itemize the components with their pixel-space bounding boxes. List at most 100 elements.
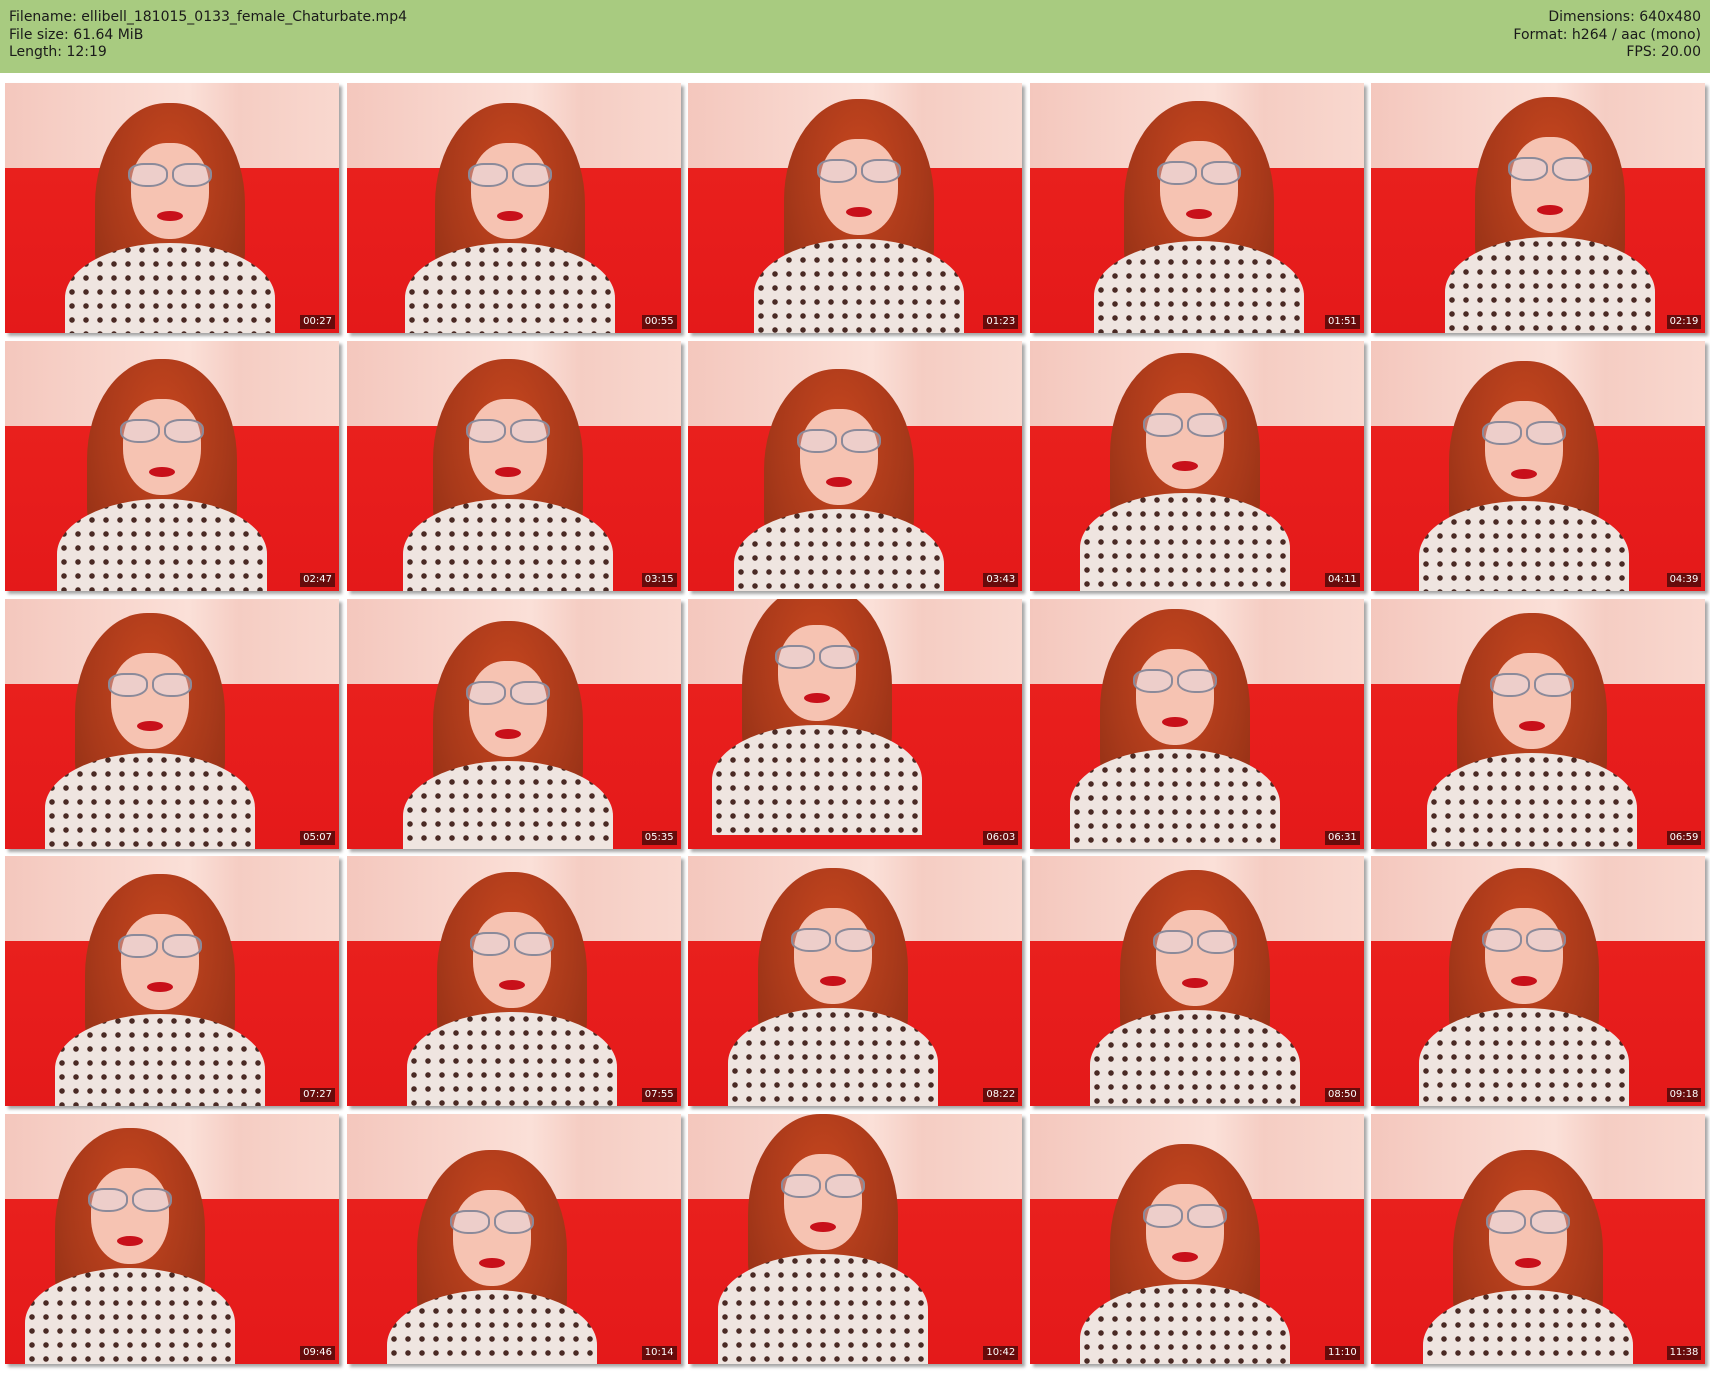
lips-shape <box>804 692 831 703</box>
thumbnail-frame[interactable]: 09:18 <box>1371 856 1706 1107</box>
timestamp-label: 04:11 <box>1324 572 1360 587</box>
thumbnail-frame[interactable]: 03:15 <box>346 340 681 591</box>
face-shape <box>1159 141 1238 237</box>
thumbnail-frame[interactable]: 08:22 <box>688 856 1023 1107</box>
thumbnail-frame[interactable]: 09:46 <box>5 1114 339 1365</box>
glasses-shape <box>465 418 550 443</box>
timestamp-label: 11:10 <box>1324 1346 1360 1361</box>
video-info: Dimensions: 640x480 Format: h264 / aac (… <box>1513 9 1701 62</box>
thumbnail-frame[interactable]: 05:07 <box>5 598 339 849</box>
thumbnail-frame[interactable]: 00:27 <box>5 83 339 333</box>
lips-shape <box>494 728 521 739</box>
timestamp-label: 03:15 <box>641 572 677 587</box>
glasses-shape <box>469 932 554 957</box>
info-header: Filename: ellibell_181015_0133_female_Ch… <box>0 0 1710 73</box>
face-shape <box>800 408 879 505</box>
thumbnail-frame[interactable]: 07:55 <box>346 856 681 1107</box>
lips-shape <box>846 207 873 217</box>
thumbnail-frame[interactable]: 10:42 <box>688 1114 1023 1365</box>
glasses-shape <box>817 159 902 183</box>
file-size-text: File size: 61.64 MiB <box>9 26 144 43</box>
length-text: Length: 12:19 <box>9 44 107 60</box>
filename-text: Filename: ellibell_181015_0133_female_Ch… <box>9 9 407 25</box>
timestamp-label: 05:07 <box>300 830 335 845</box>
lips-shape <box>149 466 175 477</box>
thumbnail-frame[interactable]: 06:31 <box>1029 598 1364 849</box>
thumbnail-frame[interactable]: 10:14 <box>346 1114 681 1365</box>
timestamp-label: 07:55 <box>641 1088 677 1103</box>
thumbnail-frame[interactable]: 07:27 <box>5 856 339 1107</box>
timestamp-label: 00:27 <box>300 315 335 329</box>
face-shape <box>1145 1184 1224 1281</box>
face-shape <box>1489 1190 1568 1287</box>
face-shape <box>111 652 189 749</box>
timestamp-label: 07:27 <box>300 1088 335 1103</box>
timestamp-label: 11:38 <box>1666 1346 1702 1361</box>
glasses-shape <box>781 1174 866 1199</box>
lips-shape <box>494 466 521 477</box>
glasses-shape <box>118 934 202 959</box>
face-shape <box>470 143 549 239</box>
timestamp-label: 00:55 <box>641 315 677 329</box>
timestamp-label: 01:51 <box>1324 315 1360 329</box>
thumbnail-grid: 00:27 00:55 01:23 01:51 02:19 02:47 03:15 03:43… <box>5 83 1706 1368</box>
thumbnail-frame[interactable]: 06:03 <box>688 598 1023 849</box>
timestamp-label: 10:42 <box>983 1346 1019 1361</box>
glasses-shape <box>128 163 212 187</box>
thumbnail-frame[interactable]: 02:19 <box>1371 83 1706 333</box>
thumbnail-frame[interactable]: 05:35 <box>346 598 681 849</box>
glasses-shape <box>1132 668 1217 693</box>
lips-shape <box>157 211 183 221</box>
polka-dot-blouse <box>1419 1008 1630 1107</box>
glasses-shape <box>1152 930 1237 955</box>
face-shape <box>468 660 547 757</box>
timestamp-label: 04:39 <box>1666 572 1702 587</box>
polka-dot-blouse <box>1089 1010 1300 1107</box>
thumbnail-frame[interactable]: 11:38 <box>1371 1114 1706 1365</box>
face-shape <box>472 912 551 1009</box>
thumbnail-frame[interactable]: 04:11 <box>1029 340 1364 591</box>
face-shape <box>91 1168 169 1265</box>
lips-shape <box>496 211 523 221</box>
fps-text: FPS: 20.00 <box>1626 44 1701 60</box>
timestamp-label: 06:59 <box>1666 830 1702 845</box>
timestamp-label: 08:22 <box>983 1088 1019 1103</box>
face-shape <box>1511 137 1590 233</box>
format-text: Format: h264 / aac (mono) <box>1513 26 1701 43</box>
lips-shape <box>1185 209 1212 219</box>
thumbnail-frame[interactable]: 04:39 <box>1371 340 1706 591</box>
lips-shape <box>826 476 853 487</box>
face-shape <box>468 398 547 495</box>
face-shape <box>1485 400 1564 497</box>
face-shape <box>123 398 201 495</box>
glasses-shape <box>1490 672 1575 697</box>
thumbnail-frame[interactable]: 01:23 <box>688 83 1023 333</box>
polka-dot-blouse <box>718 1254 929 1365</box>
thumbnail-frame[interactable]: 03:43 <box>688 340 1023 591</box>
face-shape <box>778 624 857 721</box>
face-shape <box>452 1190 531 1287</box>
lips-shape <box>137 720 163 731</box>
thumbnail-frame[interactable]: 02:47 <box>5 340 339 591</box>
glasses-shape <box>797 428 882 453</box>
glasses-shape <box>120 418 204 443</box>
thumbnail-frame[interactable]: 08:50 <box>1029 856 1364 1107</box>
face-shape <box>1145 392 1224 489</box>
thumbnail-frame[interactable]: 06:59 <box>1371 598 1706 849</box>
face-shape <box>1135 648 1214 745</box>
glasses-shape <box>467 163 552 187</box>
thumbnail-frame[interactable]: 11:10 <box>1029 1114 1364 1365</box>
lips-shape <box>1519 720 1546 731</box>
thumbnail-frame[interactable]: 00:55 <box>346 83 681 333</box>
face-shape <box>131 143 209 239</box>
timestamp-label: 09:18 <box>1666 1088 1702 1103</box>
thumbnail-frame[interactable]: 01:51 <box>1029 83 1364 333</box>
timestamp-label: 05:35 <box>641 830 677 845</box>
glasses-shape <box>449 1210 534 1235</box>
dimensions-text: Dimensions: 640x480 <box>1548 9 1701 25</box>
glasses-shape <box>1482 420 1567 445</box>
glasses-shape <box>1482 928 1567 953</box>
face-shape <box>820 139 899 235</box>
glasses-shape <box>108 672 192 697</box>
face-shape <box>121 914 199 1011</box>
